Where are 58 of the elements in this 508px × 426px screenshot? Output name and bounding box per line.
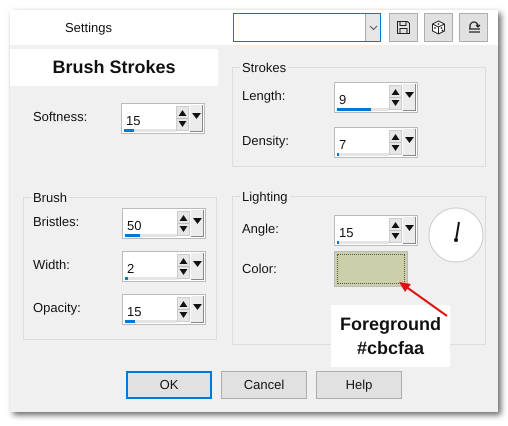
field-label: Bristles: — [33, 213, 80, 231]
stepper-arrows[interactable] — [177, 297, 190, 322]
dialog-button[interactable]: Cancel — [221, 371, 307, 399]
arrow-drawing — [397, 280, 449, 318]
number-spinbox[interactable]: 15 — [122, 294, 206, 325]
value-text: 15 — [126, 112, 140, 130]
number-spinbox[interactable]: 15 — [334, 215, 418, 246]
preset-dropdown[interactable] — [233, 13, 381, 42]
dropdown-arrow-button[interactable] — [403, 129, 416, 156]
randomize-button[interactable] — [424, 13, 453, 42]
value-text: 50 — [127, 217, 142, 235]
dropdown-arrow-button[interactable] — [191, 253, 204, 280]
settings-label: Settings — [65, 18, 113, 37]
field-label: Length: — [242, 87, 286, 105]
dropdown-arrow-button[interactable] — [191, 210, 204, 237]
value-text: 7 — [339, 136, 346, 154]
dice-icon — [431, 20, 446, 35]
value-text: 15 — [339, 224, 354, 242]
number-spinbox[interactable]: 9 — [334, 82, 418, 113]
number-spinbox[interactable]: 50 — [122, 208, 206, 239]
dropdown-arrow-button[interactable] — [191, 296, 204, 323]
stepper-arrows[interactable] — [177, 254, 190, 279]
field-label: Opacity: — [33, 299, 82, 317]
caret-icon — [192, 261, 202, 267]
field-label: Density: — [242, 132, 290, 150]
reset-button[interactable] — [459, 13, 488, 42]
stepper-arrows[interactable] — [389, 218, 402, 243]
dialog-button[interactable]: OK — [126, 371, 212, 399]
caret-icon — [404, 92, 414, 98]
filter-title: Brush Strokes — [10, 49, 218, 86]
dropdown-arrow-button[interactable] — [403, 217, 416, 244]
caret-icon — [192, 218, 202, 224]
field-label: Color: — [242, 260, 278, 278]
field-label: Softness: — [33, 108, 88, 126]
dropdown-arrow-button[interactable] — [403, 84, 416, 111]
caret-icon — [365, 14, 380, 41]
value-text: 2 — [127, 260, 134, 278]
stepper-arrows[interactable] — [177, 211, 190, 236]
field-label: Angle: — [242, 220, 280, 238]
field-label: Width: — [33, 256, 71, 274]
annotation-note: Foreground #cbcfaa — [331, 305, 450, 367]
stepper-arrows[interactable] — [389, 130, 402, 155]
caret-icon — [192, 304, 202, 310]
save-button[interactable] — [389, 13, 418, 42]
color-swatch[interactable] — [334, 251, 408, 287]
caret-icon — [404, 225, 414, 231]
value-text: 9 — [339, 91, 346, 109]
stepper-arrows[interactable] — [389, 85, 402, 110]
angle-dial — [428, 207, 484, 263]
number-spinbox[interactable]: 15 — [121, 103, 205, 134]
stepper-arrows[interactable] — [176, 106, 189, 131]
dialog-button[interactable]: Help — [316, 371, 402, 399]
caret-icon — [404, 137, 414, 143]
number-spinbox[interactable]: 7 — [334, 127, 418, 158]
caret-icon — [192, 113, 200, 119]
value-text: 15 — [127, 303, 142, 321]
number-spinbox[interactable]: 2 — [122, 251, 206, 282]
dropdown-arrow-button[interactable] — [190, 105, 203, 132]
